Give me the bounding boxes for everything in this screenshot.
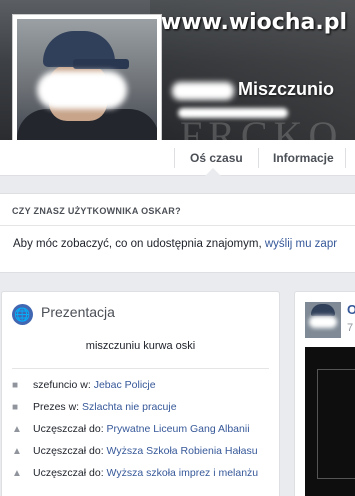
active-tab-indicator xyxy=(205,168,221,176)
education-prefix: Uczęszczał do: xyxy=(33,423,107,435)
tab-divider xyxy=(258,148,259,168)
face-censor-blur xyxy=(37,71,127,109)
post-avatar[interactable] xyxy=(305,302,341,338)
work-item: ■ Prezes w: Szlachta nie pracuje xyxy=(12,400,271,415)
subtitle-censor-blur xyxy=(178,108,288,118)
divider xyxy=(0,225,355,226)
work-item: ■ szefuncio w: Jebac Policje xyxy=(12,378,271,393)
send-friend-request-link[interactable]: wyślij mu zapr xyxy=(265,238,337,250)
profile-tabbar: Oś czasu Informacje xyxy=(0,140,355,176)
briefcase-icon: ■ xyxy=(12,380,19,391)
tab-divider xyxy=(174,148,175,168)
face-censor-blur xyxy=(309,316,337,328)
education-link[interactable]: Wyższa Szkoła Robienia Hałasu xyxy=(107,445,258,457)
education-prefix: Uczęszczał do: xyxy=(33,467,107,479)
work-prefix: Prezes w: xyxy=(33,401,83,413)
cap-brim-shape xyxy=(73,59,129,69)
tab-about[interactable]: Informacje xyxy=(273,140,334,176)
graduation-cap-icon: ▲ xyxy=(12,468,22,479)
post-image-frame xyxy=(317,369,355,479)
education-item: ▲ Uczęszczał do: Wyższa szkoła imprez i m… xyxy=(12,466,271,481)
profile-name[interactable]: Miszczunio xyxy=(238,79,334,100)
education-item: ▲ Uczęszczał do: Wyższa Szkoła Robienia H… xyxy=(12,444,271,459)
graduation-cap-icon: ▲ xyxy=(12,424,22,435)
post-image[interactable] xyxy=(305,347,355,496)
intro-card: 🌐 Prezentacja miszczuniu kurwa oski ■ sze… xyxy=(1,291,280,496)
name-censor-blur xyxy=(172,82,234,100)
education-item: ▲ Uczęszczał do: Prywatne Liceum Gang Alb… xyxy=(12,422,271,437)
intro-title: Prezentacja xyxy=(41,304,115,320)
education-link[interactable]: Wyższa szkoła imprez i melanżu xyxy=(107,467,259,479)
work-prefix: szefuncio w: xyxy=(33,379,94,391)
do-you-know-prefix: Aby móc zobaczyć, co on udostępnia znajo… xyxy=(13,238,265,250)
post-author-name[interactable]: O xyxy=(347,302,355,317)
cap-shape xyxy=(311,304,335,316)
post-card: O 7 xyxy=(294,291,355,496)
education-prefix: Uczęszczał do: xyxy=(33,445,107,457)
do-you-know-card: CZY ZNASZ UŻYTKOWNIKA OSKAR? Aby móc zob… xyxy=(0,193,355,273)
bio-text: miszczuniu kurwa oski xyxy=(85,340,196,352)
globe-icon: 🌐 xyxy=(12,304,33,325)
do-you-know-title: CZY ZNASZ UŻYTKOWNIKA OSKAR? xyxy=(12,206,181,216)
profile-photo xyxy=(17,19,157,159)
work-link[interactable]: Szlachta nie pracuje xyxy=(82,401,177,413)
education-link[interactable]: Prywatne Liceum Gang Albanii xyxy=(107,423,250,435)
briefcase-icon: ■ xyxy=(12,402,19,413)
post-timestamp[interactable]: 7 xyxy=(347,322,353,334)
divider xyxy=(12,368,269,369)
graduation-cap-icon: ▲ xyxy=(12,446,22,457)
work-link[interactable]: Jebac Policje xyxy=(94,379,156,391)
tab-divider xyxy=(345,148,346,168)
do-you-know-text: Aby móc zobaczyć, co on udostępnia znajo… xyxy=(13,238,337,250)
watermark: www.wiocha.pl xyxy=(160,10,347,35)
